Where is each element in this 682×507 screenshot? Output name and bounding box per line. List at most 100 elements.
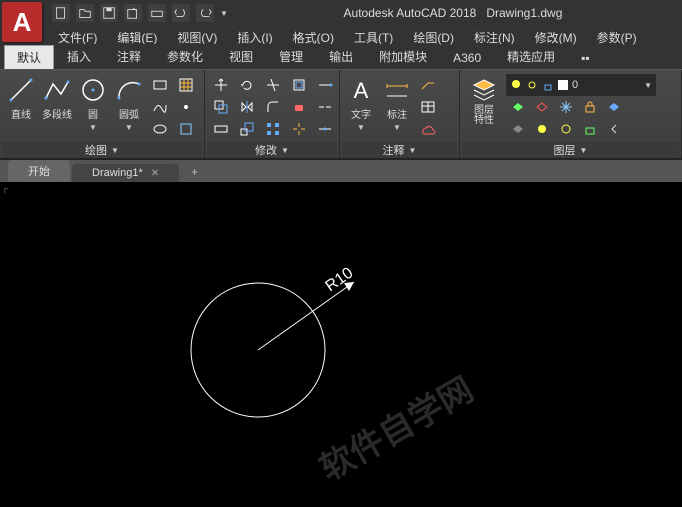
line-button[interactable]: 直线 <box>4 74 38 123</box>
close-icon[interactable]: ✕ <box>151 168 159 179</box>
tab-manage[interactable]: 管理 <box>266 44 316 69</box>
tab-annotate[interactable]: 注释 <box>104 44 154 69</box>
layer-prop-label: 图层 特性 <box>474 106 494 126</box>
redo-icon[interactable] <box>196 4 214 22</box>
tab-parametric[interactable]: 参数化 <box>154 44 216 69</box>
doc-tab-current[interactable]: Drawing1* ✕ <box>72 164 179 182</box>
dim-icon <box>383 76 411 104</box>
tab-output[interactable]: 输出 <box>316 44 366 69</box>
offset-icon[interactable] <box>287 74 311 96</box>
layer-color-swatch <box>558 80 568 90</box>
layer-thaw-icon[interactable] <box>554 118 578 140</box>
dim-text: R10 <box>323 264 357 295</box>
save-icon[interactable] <box>100 4 118 22</box>
layer-freeze-icon[interactable] <box>554 96 578 118</box>
tab-addins[interactable]: 附加模块 <box>366 44 440 69</box>
line-label: 直线 <box>11 106 31 121</box>
layer-lock-icon[interactable] <box>578 96 602 118</box>
quick-access-toolbar: ▼ <box>52 4 228 22</box>
point-icon[interactable] <box>174 96 198 118</box>
panel-draw: 直线 多段线 圆 ▼ 圆弧 ▼ <box>0 70 205 158</box>
app-badge[interactable]: A <box>2 2 42 42</box>
layer-on-icon[interactable] <box>530 118 554 140</box>
open-icon[interactable] <box>76 4 94 22</box>
panel-layers: 图层 特性 0 ▼ <box>460 70 682 158</box>
drawing-canvas[interactable]: ┌ 软件自学网 R10 <box>0 182 682 507</box>
panel-annotate: A 文字 ▼ 标注 ▼ 注释 ▼ <box>340 70 460 158</box>
dropdown-icon: ▼ <box>125 123 133 132</box>
layer-selector[interactable]: 0 ▼ <box>506 74 656 96</box>
region-icon[interactable] <box>174 118 198 140</box>
tab-more[interactable]: ▪▪ <box>568 47 603 69</box>
rotate-icon[interactable] <box>235 74 259 96</box>
menu-param[interactable]: 参数(P) <box>589 27 645 48</box>
fillet-icon[interactable] <box>261 96 285 118</box>
new-icon[interactable] <box>52 4 70 22</box>
line-icon <box>7 76 35 104</box>
doc-name: Drawing1.dwg <box>486 6 562 20</box>
ellipse-icon[interactable] <box>148 118 172 140</box>
explode-icon[interactable] <box>287 118 311 140</box>
panel-title-modify[interactable]: 修改 ▼ <box>207 142 337 158</box>
arc-button[interactable]: 圆弧 ▼ <box>112 74 146 134</box>
circle-button[interactable]: 圆 ▼ <box>76 74 110 134</box>
svg-text:A: A <box>354 78 369 103</box>
move-icon[interactable] <box>209 74 233 96</box>
new-tab-button[interactable]: + <box>181 162 208 182</box>
layer-iso-icon[interactable] <box>506 96 530 118</box>
array-icon[interactable] <box>261 118 285 140</box>
spline-icon[interactable] <box>148 96 172 118</box>
saveas-icon[interactable] <box>124 4 142 22</box>
scale-icon[interactable] <box>235 118 259 140</box>
table-icon[interactable] <box>416 96 440 118</box>
polyline-icon <box>43 76 71 104</box>
tab-view[interactable]: 视图 <box>216 44 266 69</box>
panel-title-annotate[interactable]: 注释 ▼ <box>342 142 457 158</box>
tab-default[interactable]: 默认 <box>4 45 54 69</box>
panel-title-layers[interactable]: 图层 ▼ <box>462 142 679 158</box>
undo-icon[interactable] <box>172 4 190 22</box>
polyline-button[interactable]: 多段线 <box>40 74 74 123</box>
rect-icon[interactable] <box>148 74 172 96</box>
dropdown-icon: ▼ <box>393 123 401 132</box>
layer-off-icon[interactable] <box>530 96 554 118</box>
circle-label: 圆 <box>88 106 98 121</box>
break-icon[interactable] <box>313 96 337 118</box>
bulb-icon <box>510 79 522 91</box>
dim-button[interactable]: 标注 ▼ <box>380 74 414 134</box>
leader-icon[interactable] <box>416 74 440 96</box>
panel-title-draw[interactable]: 绘图 ▼ <box>2 142 202 158</box>
layer-match-icon[interactable] <box>602 96 626 118</box>
drawing: R10 <box>0 182 682 507</box>
layer-prev-icon[interactable] <box>602 118 626 140</box>
layer-unlock-icon[interactable] <box>578 118 602 140</box>
layer-uniso-icon[interactable] <box>506 118 530 140</box>
doc-tab-start[interactable]: 开始 <box>8 160 70 182</box>
tab-insert[interactable]: 插入 <box>54 44 104 69</box>
hatch-icon[interactable] <box>174 74 198 96</box>
title-bar: ▼ Autodesk AutoCAD 2018 Drawing1.dwg <box>0 0 682 26</box>
dim-label: 标注 <box>387 106 407 121</box>
dropdown-icon: ▼ <box>644 81 652 90</box>
doc-tabs: 开始 Drawing1* ✕ + <box>0 160 682 182</box>
copy-icon[interactable] <box>209 96 233 118</box>
dropdown-icon: ▼ <box>89 123 97 132</box>
lengthen-icon[interactable] <box>313 74 337 96</box>
cloud-icon[interactable] <box>416 118 440 140</box>
trim-icon[interactable] <box>261 74 285 96</box>
qat-more-icon[interactable]: ▼ <box>220 9 228 18</box>
layer-properties-button[interactable]: 图层 特性 <box>464 74 504 128</box>
stretch-icon[interactable] <box>209 118 233 140</box>
tab-express[interactable]: 精选应用 <box>494 44 568 69</box>
arc-icon <box>115 76 143 104</box>
product-name: Autodesk AutoCAD 2018 <box>344 6 477 20</box>
erase-icon[interactable] <box>287 96 311 118</box>
polyline-label: 多段线 <box>42 106 72 121</box>
tab-a360[interactable]: A360 <box>440 47 494 69</box>
mirror-icon[interactable] <box>235 96 259 118</box>
plot-icon[interactable] <box>148 4 166 22</box>
panel-modify: 修改 ▼ <box>205 70 340 158</box>
join-icon[interactable] <box>313 118 337 140</box>
text-button[interactable]: A 文字 ▼ <box>344 74 378 134</box>
sun-icon <box>526 79 538 91</box>
